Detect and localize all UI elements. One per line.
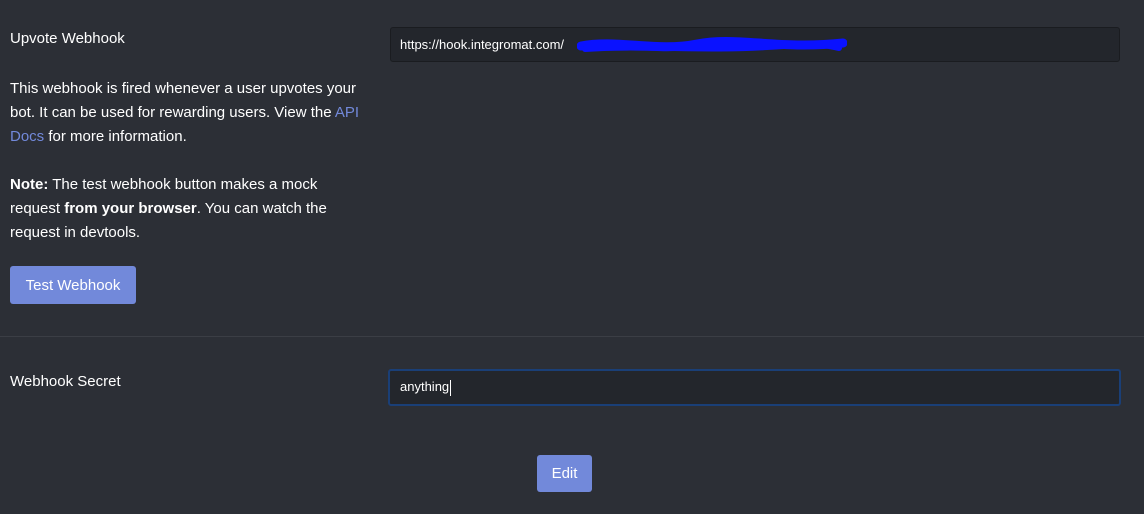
test-webhook-button[interactable]: Test Webhook <box>10 266 136 304</box>
description-text: This webhook is fired whenever a user up… <box>10 80 357 121</box>
note-label: Note: <box>10 176 49 193</box>
webhook-url-text: https://hook.integromat.com/ <box>400 37 565 52</box>
text-caret <box>450 379 452 396</box>
description-paragraph: This webhook is fired whenever a user up… <box>10 77 360 149</box>
note-paragraph: Note: The test webhook button makes a mo… <box>10 173 360 245</box>
description-text-end: for more information. <box>44 128 187 145</box>
redaction-scribble <box>577 36 847 52</box>
edit-button[interactable]: Edit <box>537 455 592 492</box>
webhook-secret-input[interactable]: anything <box>388 369 1121 406</box>
webhook-secret-label: Webhook Secret <box>10 373 121 390</box>
section-divider <box>0 336 1144 337</box>
webhook-secret-text: anything <box>400 379 450 394</box>
note-bold-text: from your browser <box>64 200 197 217</box>
upvote-webhook-label: Upvote Webhook <box>10 30 125 47</box>
upvote-webhook-description: This webhook is fired whenever a user up… <box>10 77 360 245</box>
upvote-webhook-url-input[interactable]: https://hook.integromat.com/ <box>390 27 1120 62</box>
webhook-settings-page: Upvote Webhook https://hook.integromat.c… <box>0 0 1144 514</box>
